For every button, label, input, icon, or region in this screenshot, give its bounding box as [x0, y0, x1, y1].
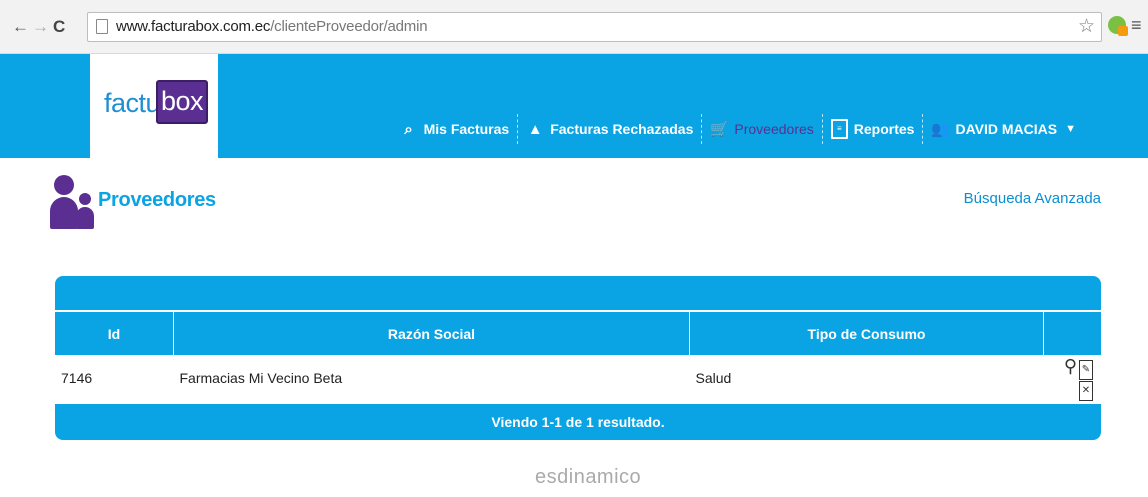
forward-icon[interactable]: → [32, 17, 49, 37]
edit-icon[interactable]: ✎ [1079, 359, 1093, 380]
view-icon[interactable]: ⚲ [1064, 355, 1077, 377]
table-row: 7146 Farmacias Mi Vecino Beta Salud ⚲ ✎✕ [55, 355, 1101, 401]
nav-label: Proveedores [734, 121, 814, 137]
url-path: /clienteProveedor/admin [270, 18, 428, 35]
browser-toolbar: ← → C www.facturabox.com.ec/clienteProve… [0, 0, 1148, 54]
logo[interactable]: factura box [90, 54, 218, 158]
url-host: www.facturabox.com.ec [116, 18, 271, 35]
main-nav: ⌕ Mis Facturas ▲ Facturas Rechazadas 🛒 P… [392, 114, 1148, 144]
address-bar[interactable]: www.facturabox.com.ec/clienteProveedor/a… [87, 12, 1102, 42]
advanced-search-link[interactable]: Búsqueda Avanzada [964, 190, 1101, 207]
table-header-row: Id Razón Social Tipo de Consumo [55, 312, 1101, 355]
nav-item-reportes[interactable]: ≡ Reportes [823, 114, 924, 144]
url-text[interactable]: www.facturabox.com.ec/clienteProveedor/a… [116, 18, 428, 35]
column-header-actions [1043, 312, 1101, 355]
logo-text-box: box [156, 80, 208, 124]
grid-summary: Viendo 1-1 de 1 resultado. [55, 404, 1101, 440]
nav-label: Reportes [853, 121, 915, 137]
grid-header-bar [55, 276, 1101, 310]
cell-razon-social: Farmacias Mi Vecino Beta [179, 370, 343, 386]
extension-badge [1118, 26, 1128, 36]
site-header: factura box ⌕ Mis Facturas ▲ Facturas Re… [0, 54, 1148, 158]
delete-icon[interactable]: ✕ [1079, 380, 1093, 401]
report-icon: ≡ [830, 119, 848, 139]
page-title: Proveedores [98, 189, 216, 211]
nav-item-facturas-rechazadas[interactable]: ▲ Facturas Rechazadas [518, 114, 703, 144]
users-icon: 👥 [931, 121, 950, 138]
row-actions: ⚲ ✎✕ [1044, 355, 1102, 401]
back-icon[interactable]: ← [12, 17, 29, 37]
providers-table: Id Razón Social Tipo de Consumo 7146 Far… [55, 312, 1101, 401]
cell-id: 7146 [61, 370, 93, 386]
user-name: DAVID MACIAS [955, 121, 1058, 137]
nav-item-user-menu[interactable]: 👥 DAVID MACIAS ▼ [923, 114, 1148, 144]
nav-label: Facturas Rechazadas [550, 121, 694, 137]
column-header-tipo-consumo[interactable]: Tipo de Consumo [689, 312, 1044, 355]
warning-icon: ▲ [527, 120, 543, 138]
column-header-id[interactable]: Id [55, 312, 174, 355]
column-header-razon-social[interactable]: Razón Social [173, 312, 690, 355]
providers-icon [50, 175, 94, 231]
nav-item-proveedores[interactable]: 🛒 Proveedores [702, 114, 823, 144]
nav-item-mis-facturas[interactable]: ⌕ Mis Facturas [392, 114, 519, 144]
search-document-icon: ⌕ [404, 120, 413, 138]
nav-label: Mis Facturas [423, 121, 510, 137]
caret-down-icon: ▼ [1065, 123, 1076, 135]
page-icon [96, 19, 108, 34]
cell-tipo-consumo: Salud [695, 370, 732, 386]
star-icon[interactable]: ☆ [1078, 15, 1095, 38]
footer-credit: esdinamico [535, 466, 642, 488]
menu-icon[interactable]: ≡ [1131, 15, 1142, 36]
reload-icon[interactable]: C [53, 17, 65, 37]
cart-icon: 🛒 [710, 121, 729, 138]
